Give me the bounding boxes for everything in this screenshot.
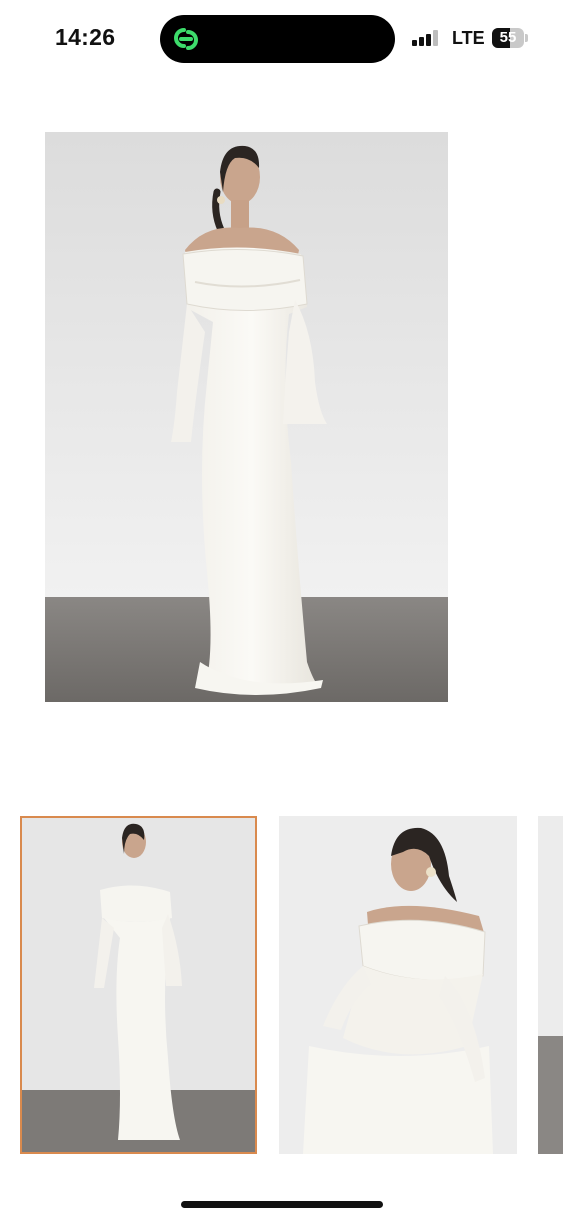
thumbnail-3-partial[interactable] [538,816,563,1154]
battery-percent: 55 [499,29,517,46]
network-type: LTE [452,28,485,48]
thumbnail-strip [0,816,563,1156]
battery-icon: 55 [492,28,528,48]
home-indicator[interactable] [181,1201,383,1208]
thumbnail-1-selected[interactable] [20,816,257,1154]
main-product-image[interactable] [45,132,448,702]
status-bar: 14:26 LTE 55 [0,0,563,80]
thumbnail-2[interactable] [279,816,517,1154]
link-chain-icon [174,28,198,50]
dynamic-island[interactable] [160,15,395,63]
status-time: 14:26 [55,24,116,50]
cellular-signal-icon [412,30,440,46]
